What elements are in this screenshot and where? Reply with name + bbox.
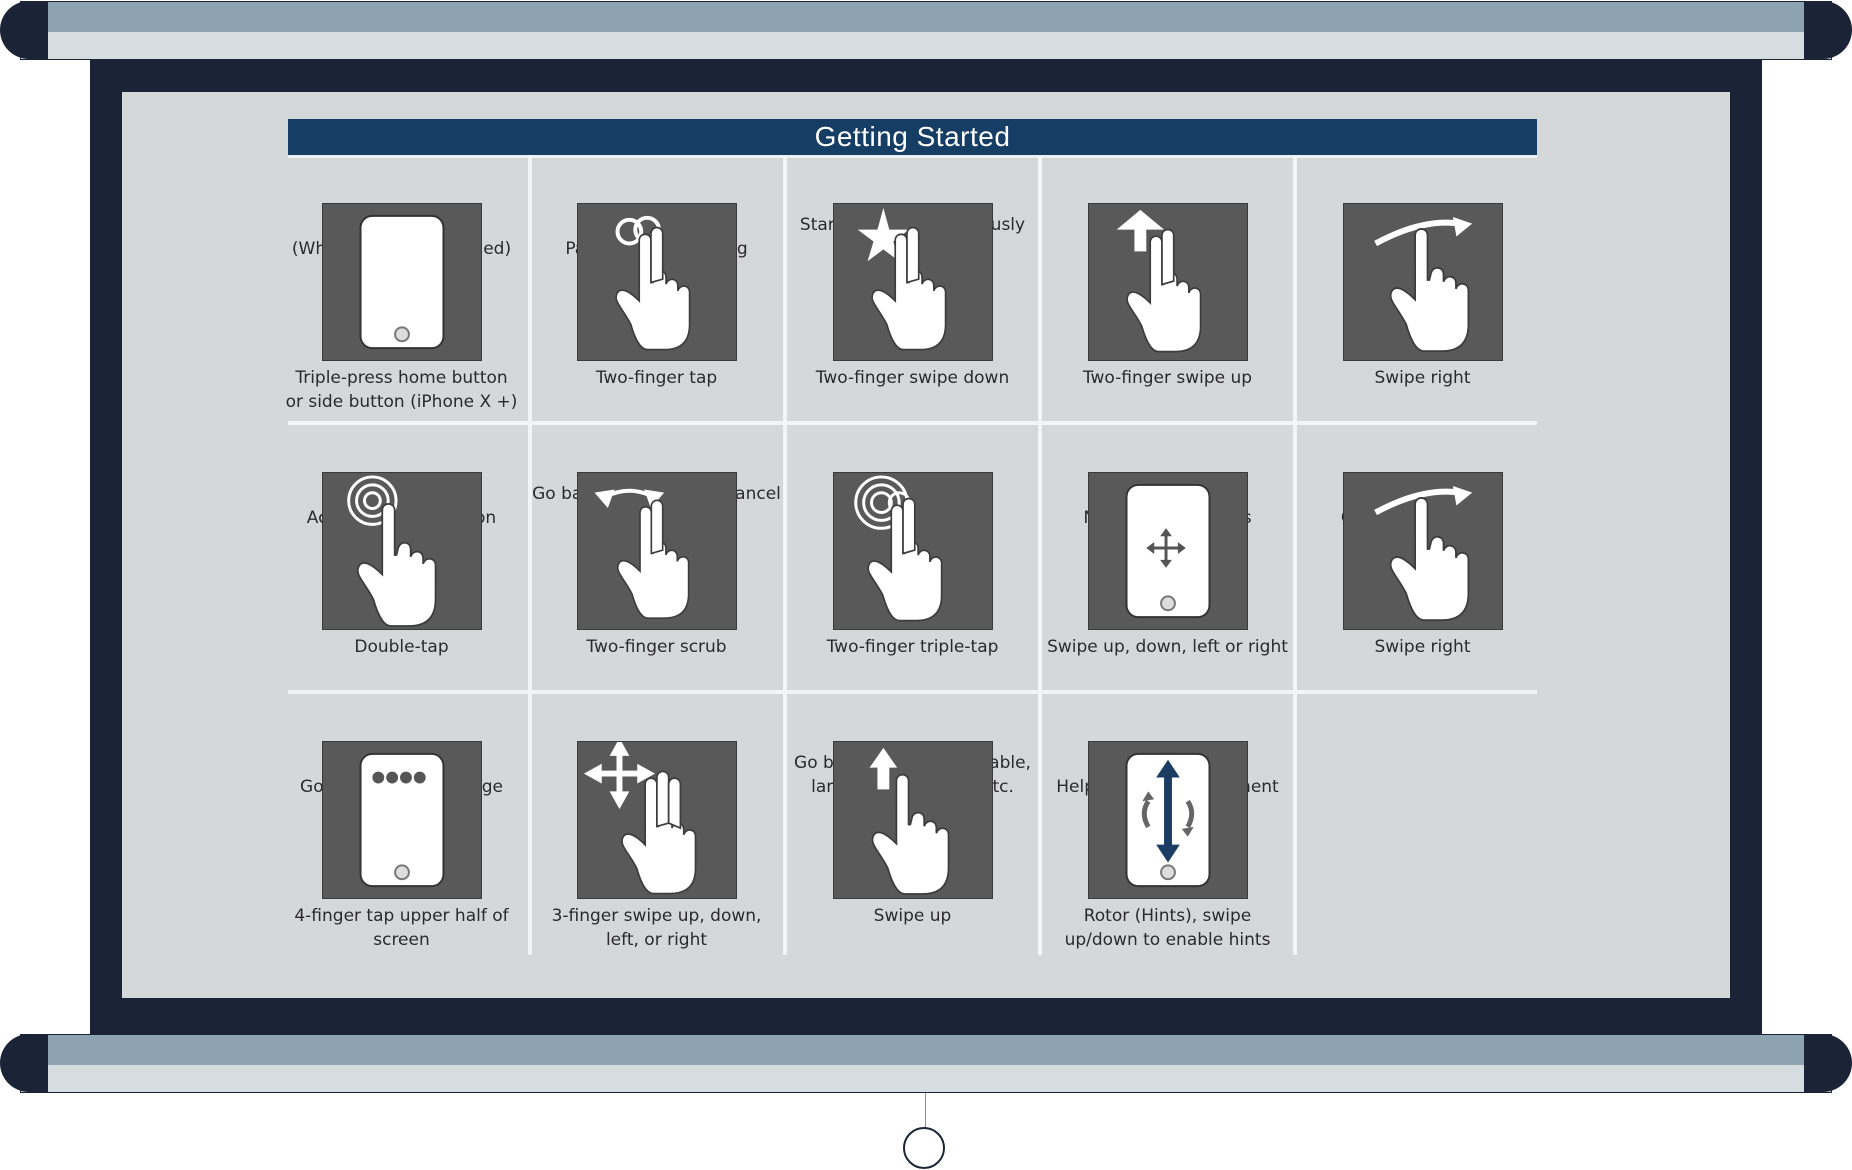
swipe-right-icon (1342, 472, 1503, 630)
gesture-label: Two-finger tap (595, 368, 718, 388)
swipe-right-icon (1342, 203, 1503, 361)
phone-four-finger-tap-icon (321, 741, 482, 899)
gesture-label: Rotor (Hints), swipe up/down to enable hi… (1064, 906, 1271, 950)
gesture-card: Go to first item on page 4-finger tap up… (274, 691, 529, 959)
gesture-card: Read entire pageTwo-finger swipe up (1040, 153, 1295, 421)
gesture-card: Activate link or buttonDouble-tap (274, 422, 529, 690)
gesture-label: Swipe up (873, 906, 952, 926)
gesture-card: Turn VO on/off(When setting is enabled) … (274, 153, 529, 421)
phone-four-way-arrows-icon (1087, 472, 1248, 630)
gesture-label: Triple-press home button or side button (… (285, 368, 518, 412)
gesture-label: Swipe up, down, left or right (1047, 637, 1288, 657)
gesture-card: Read next itemSwipe right (1295, 153, 1550, 421)
three-finger-swipe-icon (576, 741, 737, 899)
double-tap-icon (321, 472, 482, 630)
pull-cord (925, 1093, 926, 1129)
projector-top-roller (0, 1, 1852, 60)
gesture-card: Go to next list itemSwipe right (1295, 422, 1550, 690)
gesture-label: Swipe right (1374, 368, 1471, 388)
gesture-card: Pause/restart readingTwo-finger tap (529, 153, 784, 421)
gesture-label: Two-finger swipe up (1082, 368, 1253, 388)
swipe-up-icon (832, 741, 993, 899)
two-finger-swipe-up-icon (1087, 203, 1248, 361)
gesture-label: 4-finger tap upper half of screen (294, 906, 509, 950)
phone-rotor-icon (1087, 741, 1248, 899)
pull-ring[interactable] (903, 1127, 945, 1169)
gesture-card: Start reading continuouslyfrom this poin… (785, 153, 1040, 421)
page-title: Getting Started (288, 119, 1537, 155)
two-finger-tap-icon (576, 203, 737, 361)
projector-bottom-roller (0, 1034, 1852, 1093)
gesture-label: Two-finger triple-tap (826, 637, 999, 657)
two-finger-triple-tap-icon (832, 472, 993, 630)
two-finger-scrub-icon (576, 472, 737, 630)
gesture-card: Go back one link, list, table,landmark, … (785, 691, 1040, 959)
gesture-label: Double-tap (354, 637, 449, 657)
gesture-label: Two-finger scrub (586, 637, 727, 657)
gesture-card: Help with current element Rotor (Hints),… (1040, 691, 1295, 959)
phone-home-button-icon (321, 203, 482, 361)
gesture-card: Item Chooser:Two-finger triple-tap (785, 422, 1040, 690)
gesture-card: Go back, close popup, cancellastTwo-fing… (529, 422, 784, 690)
gesture-label: 3-finger swipe up, down, left, or right (551, 906, 762, 950)
gesture-label: Two-finger swipe down (815, 368, 1010, 388)
gesture-card: Scroll (vertically orhorizontally)3-fing… (529, 691, 784, 959)
two-finger-swipe-down-icon (832, 203, 993, 361)
gesture-label: Swipe right (1374, 637, 1471, 657)
gesture-card: Navigate table cells Swipe up, down, lef… (1040, 422, 1295, 690)
